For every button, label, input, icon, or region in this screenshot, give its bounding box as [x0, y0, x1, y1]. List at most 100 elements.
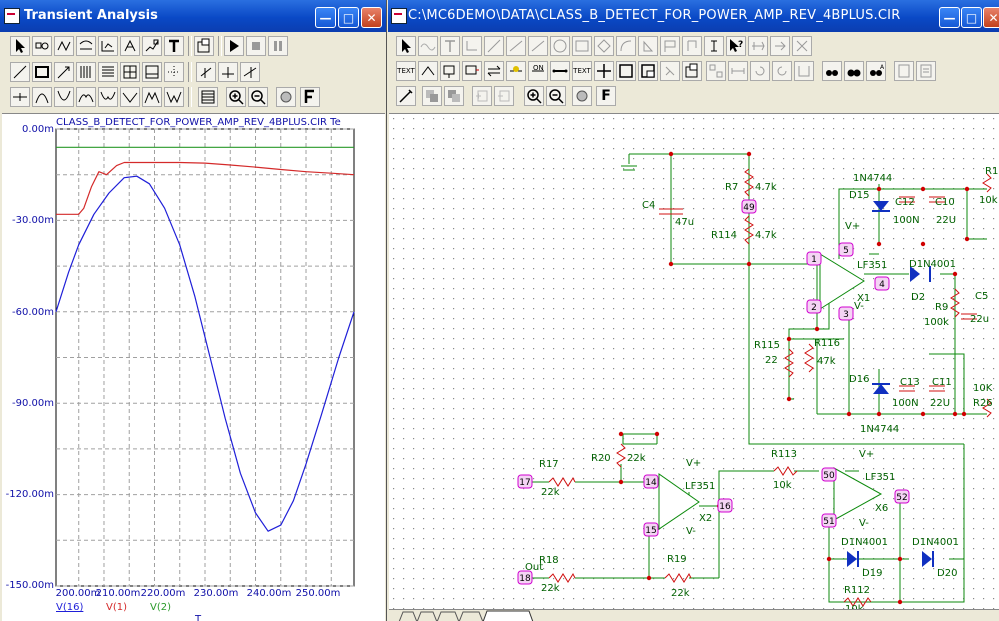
node-marker[interactable]: 51 [821, 513, 837, 528]
text-tool-button[interactable] [164, 36, 184, 56]
wire-tool-button[interactable] [418, 36, 438, 56]
diagonal-line-button[interactable] [484, 36, 504, 56]
rotate-button[interactable] [750, 61, 770, 81]
node-marker[interactable]: 50 [821, 467, 837, 482]
low-button[interactable] [98, 87, 118, 107]
schematic-drawing[interactable]: 495123417 14151650515218 C447uR7 4.7kR114 4… [389, 114, 999, 615]
orthogonal-line-button[interactable] [462, 36, 482, 56]
grid-cross-button[interactable] [594, 61, 614, 81]
schematic-label-c10[interactable]: C10 [935, 197, 955, 208]
schematic-label-r114v[interactable]: 4.7k [755, 230, 777, 241]
plot-panel[interactable]: CLASS_B_DETECT_FOR_POWER_AMP_REV_4BPLUS.… [2, 113, 385, 621]
schematic-label-r19[interactable]: R19 [667, 554, 687, 565]
flip-vertical-button[interactable] [770, 36, 790, 56]
find-button[interactable] [822, 61, 842, 81]
node-marker[interactable]: 3 [838, 306, 854, 321]
text-label-button[interactable]: TEXT [396, 61, 416, 81]
diamond-button[interactable] [594, 36, 614, 56]
line-draw-button[interactable] [10, 62, 30, 82]
stop-button[interactable] [246, 36, 266, 56]
node-marker[interactable]: 52 [894, 489, 910, 504]
title-block-button[interactable] [638, 61, 658, 81]
schematic-label-r10k[interactable]: 10K [973, 383, 993, 394]
schematic-label-c13v[interactable]: 100N [892, 398, 919, 409]
flip-horizontal-button[interactable] [748, 36, 768, 56]
schematic-label-c5[interactable]: C5 [975, 291, 988, 302]
power-button[interactable] [484, 61, 504, 81]
bus-mode-button[interactable] [76, 36, 96, 56]
node-marker[interactable]: 49 [741, 199, 757, 214]
schematic-minimize-button[interactable]: — [939, 7, 960, 28]
node-marker[interactable]: 1 [806, 251, 822, 266]
valley-button[interactable] [54, 87, 74, 107]
border-button[interactable] [616, 61, 636, 81]
schematic-label-r26[interactable]: R26 [973, 398, 993, 409]
schematic-label-vminus[interactable]: V- [859, 518, 869, 529]
global-high-button[interactable] [142, 87, 162, 107]
grid-fine-button[interactable] [76, 62, 96, 82]
text-tool-button[interactable] [440, 36, 460, 56]
schematic-label-out[interactable]: Out [525, 562, 543, 573]
schematic-label-x2[interactable]: X2 [699, 513, 712, 524]
attribute-text-button[interactable]: TEXT [572, 61, 592, 81]
arrow-line-button[interactable] [54, 62, 74, 82]
component-properties-button[interactable] [682, 61, 702, 81]
transient-title-bar[interactable]: Transient Analysis — □ ✕ [0, 0, 386, 32]
scope-mode-button[interactable] [98, 36, 118, 56]
schematic-label-d1n4744b[interactable]: 1N4744 [860, 424, 899, 435]
select-mode-button[interactable] [396, 36, 416, 56]
schematic-label-r114[interactable]: R114 [711, 230, 737, 241]
schematic-label-c11v[interactable]: 22U [930, 398, 950, 409]
cursor-mode-button[interactable] [120, 36, 140, 56]
arc-button[interactable] [528, 36, 548, 56]
line-button[interactable] [506, 36, 526, 56]
schematic-label-r20[interactable]: R20 [591, 453, 611, 464]
step-box-button[interactable] [728, 61, 748, 81]
dotted-grid-button[interactable] [164, 62, 184, 82]
schematic-label-d1n4001c[interactable]: D1N4001 [912, 537, 959, 548]
schematic-label-lf351c[interactable]: LF351 [865, 472, 895, 483]
cursor-left-button[interactable] [196, 62, 216, 82]
bracket-button[interactable] [682, 36, 702, 56]
schematic-label-r112[interactable]: R112 [844, 585, 870, 596]
schematic-label-c5v[interactable]: 22u [970, 314, 989, 325]
page-scroll-button[interactable] [916, 61, 936, 81]
maximize-button[interactable]: □ [338, 7, 359, 28]
schematic-label-d16[interactable]: D16 [849, 374, 869, 385]
schematic-label-r116[interactable]: R116 [814, 338, 840, 349]
add-page-button[interactable] [472, 86, 492, 106]
schematic-label-d1n4001b[interactable]: D1N4001 [841, 537, 888, 548]
info-text-button[interactable] [704, 36, 724, 56]
rotate-back-button[interactable] [772, 61, 792, 81]
align-button[interactable] [706, 61, 726, 81]
schematic-label-r17[interactable]: R17 [539, 459, 559, 470]
schematic-label-lf351b[interactable]: LF351 [685, 481, 715, 492]
schematic-label-r7v[interactable]: 4.7k [755, 182, 777, 193]
current-button[interactable] [462, 61, 482, 81]
font-button[interactable] [300, 87, 320, 107]
delete-page-button[interactable] [494, 86, 514, 106]
zoom-in-button[interactable] [524, 86, 544, 106]
schematic-label-d1n4001a[interactable]: D1N4001 [909, 259, 956, 270]
schematic-label-r19v[interactable]: 22k [671, 588, 690, 599]
peak-button[interactable] [32, 87, 52, 107]
schematic-label-vminus[interactable]: V- [686, 526, 696, 537]
transient-plot[interactable]: CLASS_B_DETECT_FOR_POWER_AMP_REV_4BPLUS.… [2, 114, 385, 621]
edit-component-button[interactable] [396, 86, 416, 106]
node-marker[interactable]: 14 [643, 474, 659, 489]
schematic-label-r1v[interactable]: 10k [979, 195, 998, 206]
help-pointer-button[interactable]: ? [726, 36, 746, 56]
schematic-title-bar[interactable]: C:\MC6DEMO\DATA\CLASS_B_DETECT_FOR_POWER… [388, 0, 999, 32]
high-button[interactable] [76, 87, 96, 107]
schematic-label-c4[interactable]: C4 [642, 200, 655, 211]
pie-button[interactable] [638, 36, 658, 56]
axis-button[interactable] [142, 62, 162, 82]
circle-button[interactable] [550, 36, 570, 56]
properties-button[interactable] [194, 36, 214, 56]
schematic-label-r17v[interactable]: 22k [541, 487, 560, 498]
schematic-label-r115[interactable]: R115 [754, 340, 780, 351]
schematic-label-r18v[interactable]: 22k [541, 583, 560, 594]
cursor-mid-button[interactable] [218, 62, 238, 82]
schematic-label-r113v[interactable]: 10k [773, 480, 792, 491]
schematic-label-d19[interactable]: D19 [862, 568, 882, 579]
